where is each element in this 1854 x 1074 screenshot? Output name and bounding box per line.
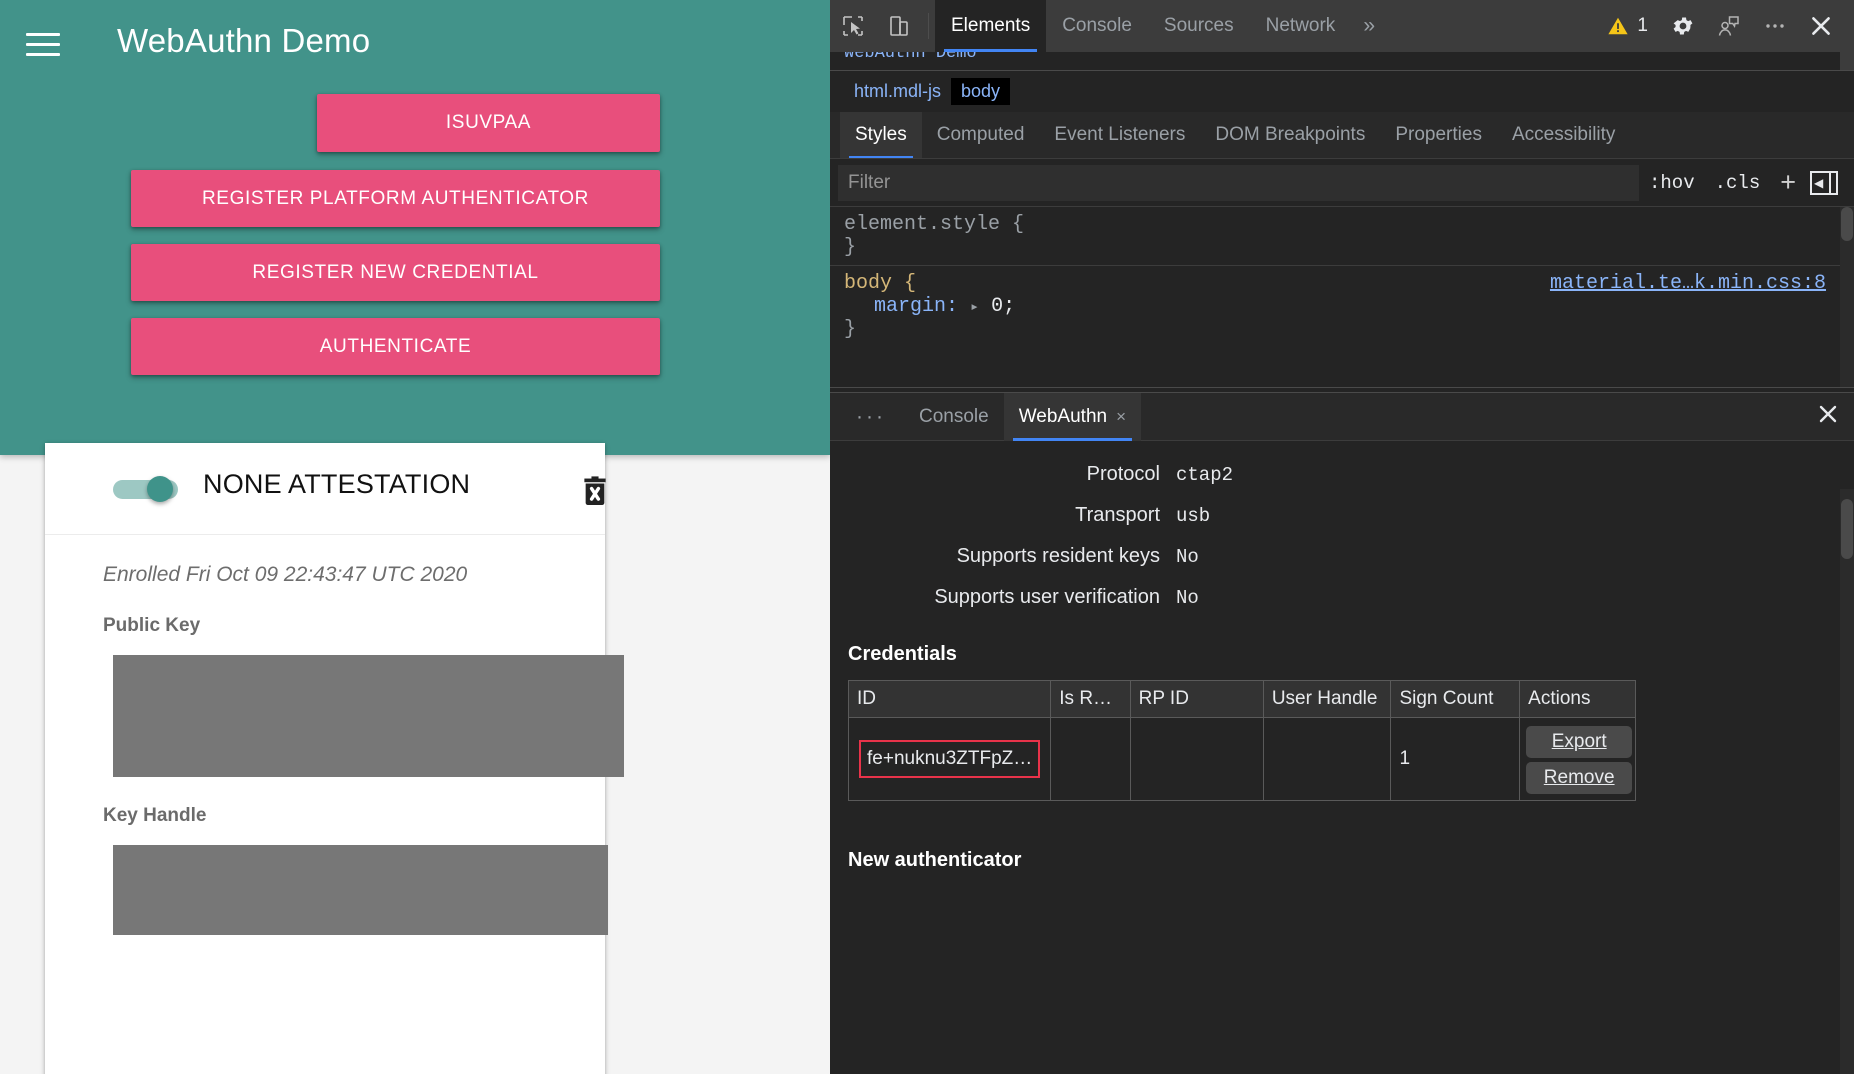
credential-card-title: NONE ATTESTATION (203, 469, 471, 499)
isuvpaa-button[interactable]: ISUVPAA (317, 94, 660, 152)
webauthn-demo-page: WebAuthn Demo ISUVPAA REGISTER PLATFORM … (0, 0, 830, 1074)
column-header-sign-count[interactable]: Sign Count (1390, 680, 1521, 718)
column-header-actions[interactable]: Actions (1519, 680, 1636, 718)
dom-tree-sliver[interactable]: WebAuthn Demo (830, 52, 1854, 70)
styles-scrollbar-thumb[interactable] (1841, 207, 1853, 241)
styles-scrollbar[interactable] (1840, 207, 1854, 387)
expand-shorthand-icon[interactable]: ▸ (970, 299, 979, 316)
drawer-tab-console[interactable]: Console (904, 393, 1004, 441)
tab-network[interactable]: Network (1250, 0, 1352, 52)
feedback-person-icon[interactable] (1706, 4, 1752, 48)
sidebar-tab-properties[interactable]: Properties (1380, 112, 1497, 158)
detail-row-user-verification: Supports user verification No (934, 586, 1199, 609)
style-source-link[interactable]: material.te…k.min.css:8 (1550, 272, 1826, 295)
devtools-toolbar: Elements Console Sources Network » 1 (830, 0, 1854, 52)
devtools-panel: Elements Console Sources Network » 1 Web… (830, 0, 1854, 1074)
new-authenticator-heading: New authenticator (848, 849, 1022, 871)
gear-icon[interactable] (1660, 4, 1706, 48)
export-credential-button[interactable]: Export (1526, 726, 1633, 758)
register-new-credential-button[interactable]: REGISTER NEW CREDENTIAL (131, 244, 660, 301)
detail-row-resident-keys: Supports resident keys No (956, 545, 1199, 568)
cls-button[interactable]: .cls (1705, 172, 1771, 194)
styles-filter-input[interactable] (838, 164, 1639, 201)
table-header-row: ID Is R… RP ID User Handle Sign Count Ac… (848, 680, 1636, 718)
toggle-thumb (147, 476, 173, 502)
rule-element-style[interactable]: element.style { } (830, 207, 1854, 265)
remove-credential-button[interactable]: Remove (1526, 762, 1633, 794)
drawer-tab-bar: ··· Console WebAuthn × (830, 392, 1854, 441)
styles-sidebar-tabs: Styles Computed Event Listeners DOM Brea… (830, 112, 1854, 159)
cell-rp-id[interactable] (1130, 717, 1264, 801)
hov-button[interactable]: :hov (1639, 172, 1705, 194)
close-webauthn-tab-icon[interactable]: × (1116, 407, 1126, 427)
inspect-element-icon[interactable] (830, 4, 876, 48)
warning-count: 1 (1637, 14, 1648, 36)
detail-row-transport: Transport usb (1075, 504, 1211, 527)
column-header-rp-id[interactable]: RP ID (1130, 680, 1264, 718)
authenticate-button[interactable]: AUTHENTICATE (131, 318, 660, 375)
close-drawer-icon[interactable] (1816, 402, 1840, 431)
drawer-scrollbar-thumb[interactable] (1841, 499, 1853, 559)
webauthn-panel: Protocol ctap2 Transport usb Supports re… (830, 441, 1854, 1074)
breadcrumb-item-html[interactable]: html.mdl-js (844, 78, 951, 105)
credential-card-header: NONE ATTESTATION (45, 443, 606, 535)
credential-card: NONE ATTESTATION Enrolled Fri Oct 09 22:… (45, 443, 624, 1074)
sidebar-tab-event-listeners[interactable]: Event Listeners (1039, 112, 1200, 158)
rule-body[interactable]: body { material.te…k.min.css:8 margin: ▸… (830, 265, 1854, 347)
sidebar-tab-computed[interactable]: Computed (922, 112, 1040, 158)
styles-filter-row: :hov .cls + (830, 159, 1854, 207)
more-vertical-dots-icon[interactable] (1752, 4, 1798, 48)
chevron-double-right-icon[interactable]: » (1351, 14, 1387, 38)
drawer-scrollbar[interactable] (1840, 489, 1854, 1074)
drawer-tab-webauthn[interactable]: WebAuthn × (1003, 392, 1142, 441)
key-handle-label: Key Handle (103, 805, 207, 826)
toggle-sidebar-icon[interactable] (1810, 170, 1838, 195)
dom-tree-scrollbar[interactable] (1840, 52, 1854, 70)
breadcrumb: html.mdl-js body (830, 70, 1854, 112)
cell-actions: Export Remove (1520, 718, 1636, 801)
trash-delete-icon[interactable] (578, 475, 612, 509)
sidebar-tab-styles[interactable]: Styles (840, 112, 922, 158)
credential-id-value[interactable]: fe+nuknu3ZTFpZ… (859, 740, 1041, 778)
cell-credential-id[interactable]: fe+nuknu3ZTFpZ… (848, 717, 1052, 801)
breadcrumb-item-body[interactable]: body (951, 78, 1011, 105)
styles-rules-pane: element.style { } body { material.te…k.m… (830, 207, 1854, 387)
credentials-table: ID Is R… RP ID User Handle Sign Count Ac… (848, 680, 1636, 801)
detail-row-protocol: Protocol ctap2 (1086, 463, 1234, 486)
enrolled-timestamp: Enrolled Fri Oct 09 22:43:47 UTC 2020 (103, 563, 468, 586)
close-devtools-icon[interactable] (1798, 4, 1844, 48)
tab-console[interactable]: Console (1046, 0, 1148, 52)
register-platform-authenticator-button[interactable]: REGISTER PLATFORM AUTHENTICATOR (131, 170, 660, 227)
devtools-drawer: ··· Console WebAuthn × Protocol ctap2 Tr… (830, 392, 1854, 1074)
css-value-margin[interactable]: 0; (991, 295, 1015, 318)
toolbar-divider (928, 12, 929, 39)
column-header-user-handle[interactable]: User Handle (1263, 680, 1392, 718)
column-header-is-resident[interactable]: Is R… (1050, 680, 1131, 718)
tab-sources[interactable]: Sources (1148, 0, 1250, 52)
app-header: WebAuthn Demo ISUVPAA REGISTER PLATFORM … (0, 0, 830, 455)
toolbar-right-group: 1 (1603, 4, 1854, 48)
key-handle-value (113, 845, 608, 935)
page-title: WebAuthn Demo (117, 22, 371, 59)
drawer-more-dots-icon[interactable]: ··· (838, 405, 904, 429)
credentials-heading: Credentials (848, 643, 957, 665)
css-property-margin[interactable]: margin: (874, 295, 958, 318)
sidebar-tab-accessibility[interactable]: Accessibility (1497, 112, 1630, 158)
sidebar-tab-dom-breakpoints[interactable]: DOM Breakpoints (1200, 112, 1380, 158)
cell-sign-count[interactable]: 1 (1390, 717, 1521, 801)
new-style-rule-button[interactable]: + (1770, 169, 1806, 196)
attestation-toggle[interactable] (113, 476, 188, 502)
public-key-value (113, 655, 624, 777)
credential-card-body: Enrolled Fri Oct 09 22:43:47 UTC 2020 Pu… (45, 535, 624, 935)
hamburger-menu-icon[interactable] (26, 33, 60, 59)
cell-is-resident[interactable] (1050, 717, 1131, 801)
public-key-label: Public Key (103, 615, 201, 636)
warning-triangle-icon[interactable] (1603, 4, 1633, 48)
device-toolbar-icon[interactable] (876, 4, 922, 48)
table-row[interactable]: fe+nuknu3ZTFpZ… 1 Export Remove (848, 717, 1636, 801)
tab-elements[interactable]: Elements (935, 0, 1047, 52)
column-header-id[interactable]: ID (848, 680, 1052, 718)
cell-user-handle[interactable] (1263, 717, 1392, 801)
